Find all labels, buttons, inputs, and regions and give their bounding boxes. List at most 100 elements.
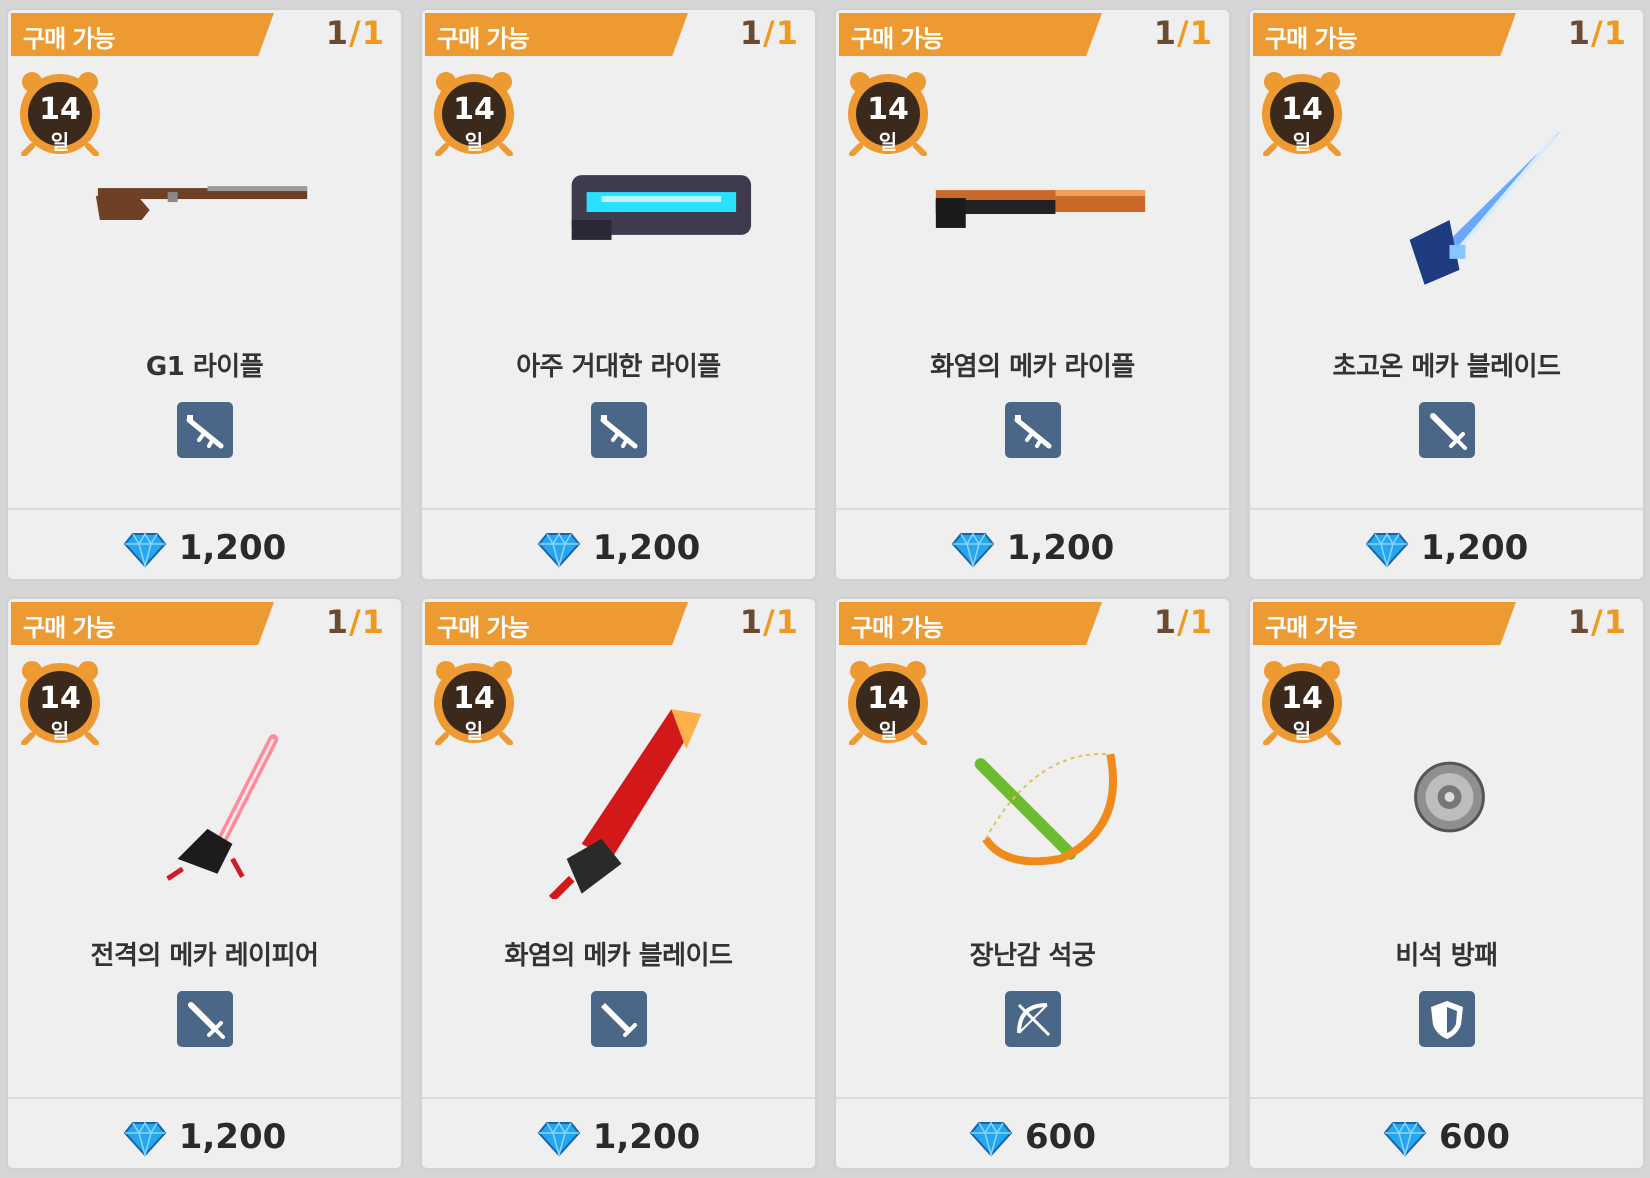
stock-current: 1 bbox=[739, 603, 764, 641]
diamond-icon bbox=[969, 1121, 1013, 1158]
badge-label: 구매 가능 bbox=[23, 25, 116, 53]
price-row[interactable]: 1,200 bbox=[8, 520, 401, 576]
stock-max: 1 bbox=[1189, 14, 1213, 52]
price-value: 1,200 bbox=[1420, 528, 1529, 568]
stock-separator: / bbox=[1177, 603, 1190, 641]
available-banner: 구매 가능 bbox=[1253, 13, 1516, 56]
divider bbox=[422, 1097, 815, 1099]
stock-current: 1 bbox=[325, 14, 350, 52]
rapier-icon bbox=[58, 709, 357, 899]
sword-type-icon bbox=[177, 991, 233, 1047]
stock-separator: / bbox=[349, 603, 362, 641]
available-banner: 구매 가능 bbox=[425, 13, 688, 56]
stock-count: 1/1 bbox=[740, 14, 799, 52]
price-row[interactable]: 1,200 bbox=[8, 1109, 401, 1165]
stock-count: 1/1 bbox=[1568, 603, 1627, 641]
stock-count: 1/1 bbox=[1568, 14, 1627, 52]
price-value: 1,200 bbox=[592, 528, 701, 568]
stock-current: 1 bbox=[1567, 14, 1592, 52]
item-name: G1 라이플 bbox=[145, 352, 264, 382]
stock-max: 1 bbox=[361, 603, 385, 641]
stock-current: 1 bbox=[1153, 14, 1178, 52]
stock-count: 1/1 bbox=[1154, 603, 1213, 641]
bow-type-icon bbox=[1005, 991, 1061, 1047]
available-banner: 구매 가능 bbox=[425, 602, 688, 645]
badge-label: 구매 가능 bbox=[851, 25, 944, 53]
shield-type-icon bbox=[1419, 991, 1475, 1047]
diamond-icon bbox=[123, 1121, 167, 1158]
divider bbox=[8, 508, 401, 510]
stock-max: 1 bbox=[361, 14, 385, 52]
stock-current: 1 bbox=[1567, 603, 1592, 641]
divider bbox=[422, 508, 815, 510]
shop-item-card[interactable]: 구매 가능 1/1 14 일 아주 거대한 라이플 1,200 bbox=[419, 7, 818, 582]
diamond-icon bbox=[537, 532, 581, 569]
price-row[interactable]: 1,200 bbox=[836, 520, 1229, 576]
stock-separator: / bbox=[1591, 603, 1604, 641]
greatsword-type-icon bbox=[591, 991, 647, 1047]
item-name: 장난감 석궁 bbox=[969, 941, 1096, 971]
badge-label: 구매 가능 bbox=[437, 614, 530, 642]
shop-item-card[interactable]: 구매 가능 1/1 14 일 장난감 석궁 600 bbox=[833, 596, 1232, 1171]
shop-item-card[interactable]: 구매 가능 1/1 14 일 초고온 메카 블레이드 1,200 bbox=[1247, 7, 1646, 582]
available-banner: 구매 가능 bbox=[839, 13, 1102, 56]
price-row[interactable]: 1,200 bbox=[1250, 520, 1643, 576]
item-name: 비석 방패 bbox=[1395, 941, 1498, 971]
price-row[interactable]: 600 bbox=[836, 1109, 1229, 1165]
rifle-type-icon bbox=[1005, 402, 1061, 458]
divider bbox=[1250, 1097, 1643, 1099]
price-value: 1,200 bbox=[592, 1117, 701, 1157]
diamond-icon bbox=[1365, 532, 1409, 569]
item-name: 화염의 메카 블레이드 bbox=[504, 941, 733, 971]
badge-label: 구매 가능 bbox=[1265, 25, 1358, 53]
divider bbox=[1250, 508, 1643, 510]
stock-max: 1 bbox=[1189, 603, 1213, 641]
stock-count: 1/1 bbox=[326, 603, 385, 641]
stock-separator: / bbox=[349, 14, 362, 52]
item-name: 전격의 메카 레이피어 bbox=[90, 941, 319, 971]
badge-label: 구매 가능 bbox=[851, 614, 944, 642]
stock-max: 1 bbox=[775, 14, 799, 52]
shop-item-card[interactable]: 구매 가능 1/1 14 일 화염의 메카 블레이드 1,200 bbox=[419, 596, 818, 1171]
price-value: 600 bbox=[1025, 1117, 1096, 1157]
stock-separator: / bbox=[1177, 14, 1190, 52]
stock-max: 1 bbox=[775, 603, 799, 641]
flame-blade-icon bbox=[472, 709, 771, 902]
badge-label: 구매 가능 bbox=[1265, 614, 1358, 642]
price-row[interactable]: 1,200 bbox=[422, 1109, 815, 1165]
price-value: 1,200 bbox=[178, 528, 287, 568]
flame-rifle-icon bbox=[886, 120, 1185, 310]
stock-current: 1 bbox=[325, 603, 350, 641]
price-value: 1,200 bbox=[1006, 528, 1115, 568]
sword-type-icon bbox=[1419, 402, 1475, 458]
diamond-icon bbox=[123, 532, 167, 569]
stock-count: 1/1 bbox=[740, 603, 799, 641]
item-name: 화염의 메카 라이플 bbox=[930, 352, 1135, 382]
shop-item-card[interactable]: 구매 가능 1/1 14 일 비석 방패 600 bbox=[1247, 596, 1646, 1171]
stock-current: 1 bbox=[1153, 603, 1178, 641]
stone-shield-icon bbox=[1300, 709, 1599, 899]
available-banner: 구매 가능 bbox=[11, 13, 274, 56]
available-banner: 구매 가능 bbox=[839, 602, 1102, 645]
available-banner: 구매 가능 bbox=[11, 602, 274, 645]
available-banner: 구매 가능 bbox=[1253, 602, 1516, 645]
shop-item-card[interactable]: 구매 가능 1/1 14 일 화염의 메카 라이플 1,200 bbox=[833, 7, 1232, 582]
price-value: 600 bbox=[1439, 1117, 1510, 1157]
stock-max: 1 bbox=[1603, 603, 1627, 641]
price-row[interactable]: 1,200 bbox=[422, 520, 815, 576]
stock-separator: / bbox=[1591, 14, 1604, 52]
shop-item-card[interactable]: 구매 가능 1/1 14 일 전격의 메카 레이피어 1,200 bbox=[5, 596, 404, 1171]
divider bbox=[836, 1097, 1229, 1099]
mecha-blade-icon bbox=[1300, 120, 1599, 310]
diamond-icon bbox=[951, 532, 995, 569]
divider bbox=[836, 508, 1229, 510]
price-row[interactable]: 600 bbox=[1250, 1109, 1643, 1165]
stock-current: 1 bbox=[739, 14, 764, 52]
stock-separator: / bbox=[763, 603, 776, 641]
crossbow-icon bbox=[886, 709, 1185, 899]
stock-count: 1/1 bbox=[1154, 14, 1213, 52]
badge-label: 구매 가능 bbox=[437, 25, 530, 53]
shop-item-card[interactable]: 구매 가능 1/1 14 일 G1 라이플 1,200 bbox=[5, 7, 404, 582]
item-name: 초고온 메카 블레이드 bbox=[1332, 352, 1561, 382]
shop-grid: 구매 가능 1/1 14 일 G1 라이플 1,200 구매 가능 1/1 14… bbox=[5, 7, 1646, 1171]
